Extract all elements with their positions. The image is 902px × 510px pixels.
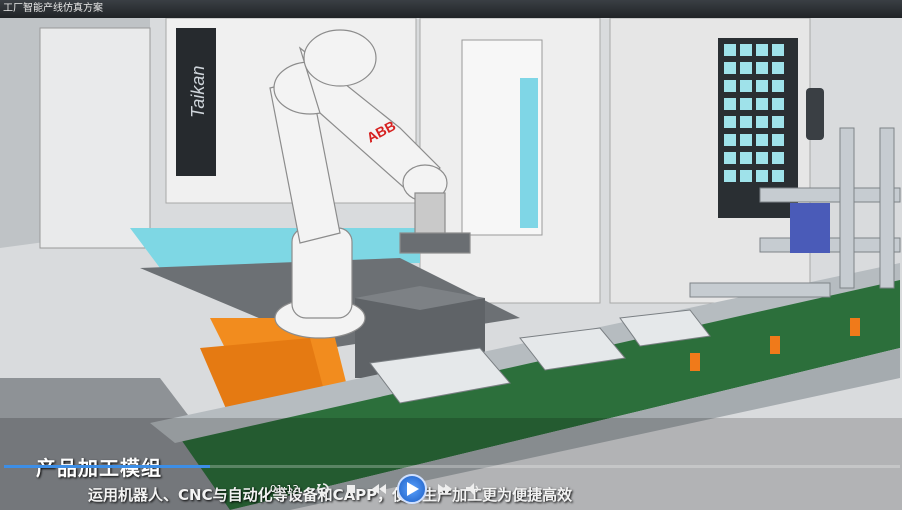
video-player-window: 工厂智能产线仿真方案 Taikan ABB 产品加工模组 运用机器人、CNC与自… [0, 0, 902, 510]
factory-simulation-video-frame: Taikan ABB [0, 18, 902, 510]
blue-gripper-unit [790, 203, 830, 253]
cnc-door-glass [520, 78, 538, 228]
replay-icon[interactable] [313, 479, 333, 499]
play-icon[interactable] [396, 474, 427, 504]
window-title: 工厂智能产线仿真方案 [0, 0, 902, 18]
progress-fill [4, 465, 211, 468]
volume-icon[interactable] [463, 479, 483, 499]
cabinet-door [39, 27, 151, 249]
machine-brand-text: Taikan [188, 66, 208, 118]
previous-icon[interactable] [369, 479, 389, 499]
stop-icon[interactable] [341, 479, 361, 499]
player-controls: 01:12 [270, 474, 483, 504]
next-icon[interactable] [435, 479, 455, 499]
cabinet-handle [806, 88, 824, 140]
current-time: 01:12 [270, 483, 299, 495]
progress-bar[interactable] [4, 465, 900, 468]
